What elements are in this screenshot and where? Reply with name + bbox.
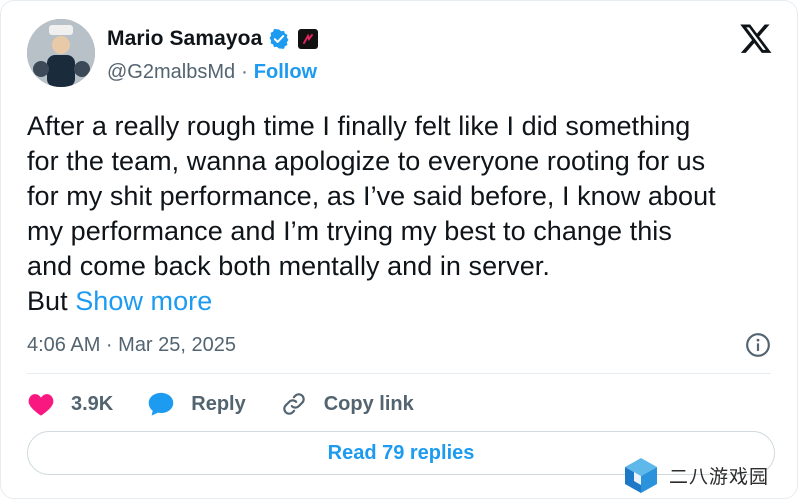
avatar-image [27, 19, 95, 87]
x-logo-icon[interactable] [739, 21, 773, 55]
tweet-text-line: my performance and I’m trying my best to… [27, 216, 672, 246]
avatar[interactable] [27, 19, 95, 87]
author-name[interactable]: Mario Samayoa [107, 27, 262, 51]
verified-badge-icon [269, 29, 289, 49]
tweet-card: Mario Samayoa @G2malbsMd · Follow After … [0, 0, 798, 499]
copy-link-label: Copy link [323, 392, 414, 415]
affiliate-badge-icon [298, 29, 319, 49]
tweet-text-line: for my shit performance, as I’ve said be… [27, 181, 716, 211]
handle-row: @G2malbsMd · Follow [107, 61, 318, 84]
watermark: 二八游戏园 [621, 453, 769, 497]
tweet-text: After a really rough time I finally felt… [27, 109, 777, 319]
tweet-header: Mario Samayoa @G2malbsMd · Follow [27, 19, 777, 89]
truncated-line: But Show more [27, 284, 777, 319]
author-handle[interactable]: @G2malbsMd [107, 61, 235, 84]
reply-label: Reply [191, 392, 246, 415]
truncated-text: But [27, 286, 68, 316]
action-bar: 3.9K Reply Copy link [27, 387, 448, 421]
timestamp[interactable]: 4:06 AM · Mar 25, 2025 [27, 334, 236, 357]
info-icon[interactable] [745, 332, 771, 358]
watermark-text: 二八游戏园 [669, 465, 770, 488]
tweet-text-line: for the team, wanna apologize to everyon… [27, 146, 706, 176]
follow-button[interactable]: Follow [254, 61, 317, 84]
like-button[interactable]: 3.9K [27, 391, 113, 417]
heart-icon [28, 394, 54, 416]
copy-link-button[interactable]: Copy link [280, 391, 414, 417]
show-more-link[interactable]: Show more [75, 286, 212, 316]
divider [27, 373, 771, 374]
timestamp-row: 4:06 AM · Mar 25, 2025 [27, 331, 771, 359]
name-row: Mario Samayoa [107, 25, 319, 53]
reply-button[interactable]: Reply [147, 391, 246, 417]
tweet-text-line: After a really rough time I finally felt… [27, 111, 691, 141]
tweet-text-line: and come back both mentally and in serve… [27, 251, 550, 281]
author-block: Mario Samayoa @G2malbsMd · Follow [107, 25, 319, 84]
handle-separator: · [241, 61, 248, 83]
watermark-cube-icon [625, 458, 657, 493]
link-icon [282, 393, 305, 415]
reply-bubble-icon [149, 392, 174, 416]
like-count: 3.9K [71, 392, 114, 415]
